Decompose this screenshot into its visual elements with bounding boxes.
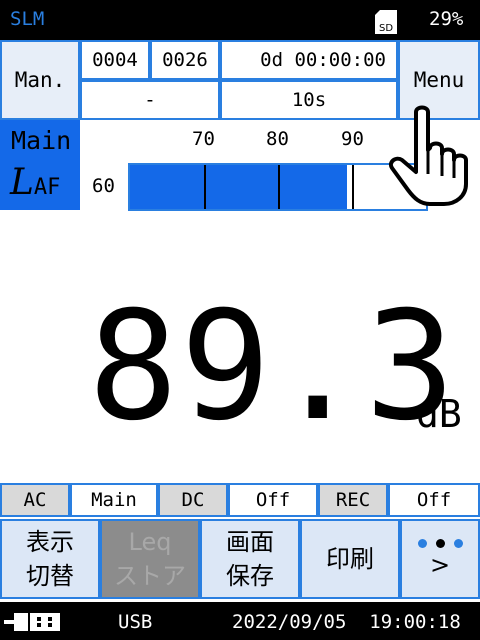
display-switch-button[interactable]: 表示 切替: [0, 519, 100, 599]
connection-status: USB: [118, 611, 153, 633]
dc-label-text: DC: [181, 489, 205, 511]
weighting-label-sub: AF: [33, 175, 61, 200]
page-dot: [453, 538, 463, 548]
interval-field: 10s: [220, 80, 398, 120]
scale-tick-80: 80: [266, 128, 289, 150]
mode-button[interactable]: Man.: [0, 40, 80, 120]
rec-label-text: REC: [335, 489, 371, 511]
page-dot-active: [435, 538, 445, 548]
print-button[interactable]: 印刷: [300, 519, 400, 599]
display-switch-label-1: 表示: [26, 528, 74, 556]
rec-value: Off: [388, 483, 480, 517]
ac-label: AC: [0, 483, 70, 517]
level-bar-tick: [352, 165, 354, 209]
screen-save-label-1: 画面: [226, 528, 274, 556]
dc-value: Off: [228, 483, 318, 517]
menu-button-label: Menu: [413, 68, 465, 92]
app-title: SLM: [10, 8, 45, 30]
rec-value-text: Off: [416, 489, 452, 511]
counter-field-1: 0004: [80, 40, 150, 80]
screen-save-label-2: 保存: [226, 562, 274, 590]
next-page-label: >: [429, 550, 451, 579]
level-bar-fill: [130, 165, 347, 209]
sub-field-left-value: -: [144, 89, 156, 111]
sound-level-reading: 89.3: [88, 280, 458, 454]
next-page-button[interactable]: >: [400, 519, 480, 599]
interval-value: 10s: [291, 89, 327, 111]
ac-value: Main: [70, 483, 158, 517]
ac-label-text: AC: [23, 489, 47, 511]
scale-tick-90: 90: [341, 128, 364, 150]
weighting-label: LAF: [10, 162, 61, 203]
elapsed-time-value: 0d 00:00:00: [260, 49, 386, 71]
screen-save-button[interactable]: 画面 保存: [200, 519, 300, 599]
dc-label: DC: [158, 483, 228, 517]
bottom-status-bar: USB 2022/09/05 19:00:18: [0, 602, 480, 640]
measurement-label-main: Main: [11, 126, 72, 155]
leq-store-label-1: Leq: [128, 528, 172, 556]
print-label: 印刷: [326, 545, 374, 573]
dc-value-text: Off: [255, 489, 291, 511]
leq-store-button[interactable]: Leq ストア: [100, 519, 200, 599]
usb-plug-icon: [4, 613, 60, 631]
date-time: 2022/09/05 19:00:18: [232, 611, 461, 633]
reading-unit: dB: [416, 392, 462, 436]
meter-screen: SLM SD 29% Man. 0004 0026 0d 00:00:00 - …: [0, 0, 480, 640]
counter-field-1-value: 0004: [92, 49, 138, 71]
sd-card-label: SD: [379, 23, 393, 34]
display-switch-label-2: 切替: [26, 562, 74, 590]
ac-value-text: Main: [91, 489, 137, 511]
hand-pointer-icon: [389, 105, 468, 206]
elapsed-time-field: 0d 00:00:00: [220, 40, 398, 80]
counter-field-2-value: 0026: [162, 49, 208, 71]
page-dot: [417, 538, 427, 548]
battery-level: 29%: [429, 8, 464, 30]
page-indicator-dots: [417, 538, 463, 548]
level-bar-tick: [204, 165, 206, 209]
level-bar-tick: [278, 165, 280, 209]
sub-field-left: -: [80, 80, 220, 120]
rec-label: REC: [318, 483, 388, 517]
level-bar: [128, 163, 428, 211]
measurement-label-box: Main LAF: [0, 120, 80, 210]
scale-tick-70: 70: [192, 128, 215, 150]
status-bar: SLM SD 29%: [0, 0, 480, 40]
scale-start-label: 60: [92, 175, 115, 197]
mode-button-label: Man.: [14, 68, 66, 92]
counter-field-2: 0026: [150, 40, 220, 80]
leq-store-label-2: ストア: [114, 562, 186, 590]
sd-card-icon: SD: [375, 10, 397, 34]
